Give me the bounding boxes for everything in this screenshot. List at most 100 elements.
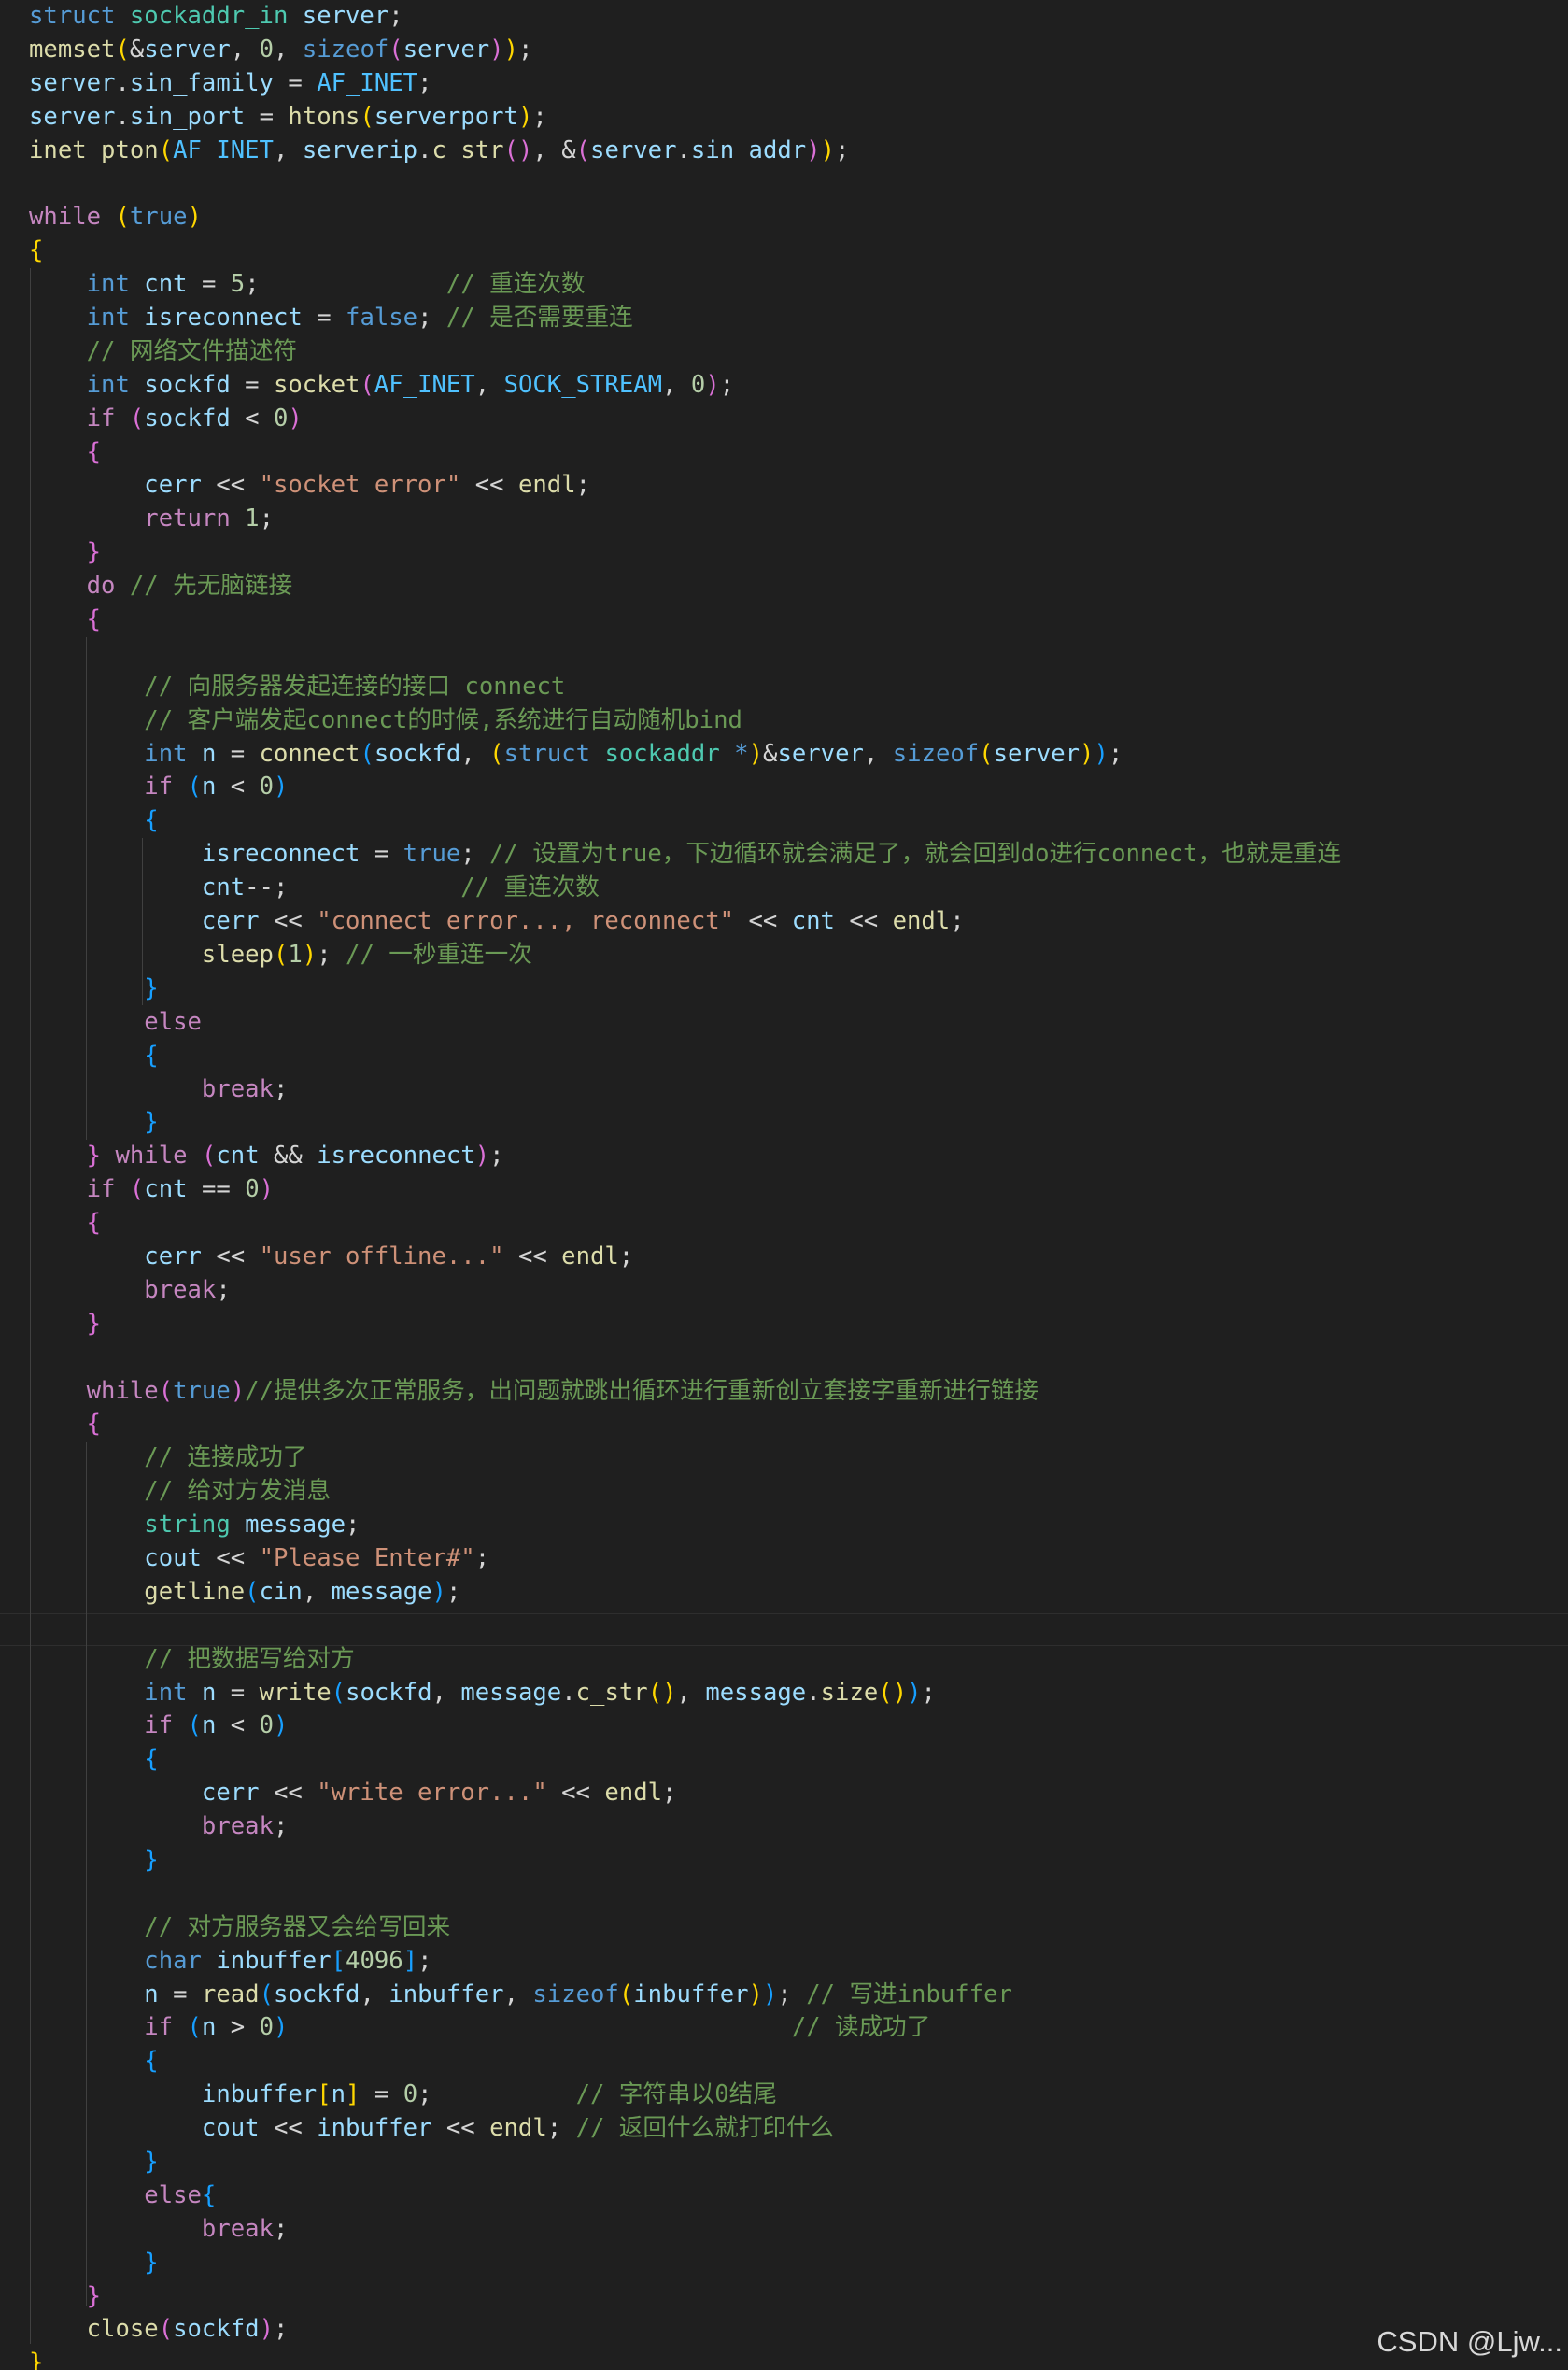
code-token: ,	[431, 1678, 461, 1707]
code-token: =	[158, 1980, 202, 2008]
code-token: SOCK_STREAM	[503, 370, 663, 399]
code-token: <<	[834, 907, 893, 936]
code-token: int	[86, 270, 130, 299]
code-token: (	[273, 940, 289, 969]
code-token: }	[144, 2248, 159, 2277]
code-token: else	[144, 2180, 202, 2209]
code-token: inbuffer	[317, 2114, 432, 2143]
code-token: )	[474, 1142, 490, 1171]
code-token: AF_INET	[173, 135, 274, 164]
code-token: (	[245, 1577, 260, 1606]
code-token: 5	[230, 270, 246, 299]
code-token: connect	[259, 739, 360, 768]
code-token: sockfd	[144, 404, 231, 433]
code-line: getline(cin, message);	[29, 1576, 1341, 1610]
code-line: int sockfd = socket(AF_INET, SOCK_STREAM…	[29, 369, 1341, 403]
code-token: cnt	[144, 1175, 188, 1204]
code-token: =	[216, 739, 260, 768]
code-token: cnt	[791, 907, 835, 936]
code-token: struct	[503, 739, 591, 768]
code-token: ;	[417, 304, 446, 333]
code-token: <<	[201, 1543, 260, 1572]
code-token: <<	[460, 471, 518, 500]
code-line: do // 先无脑链接	[29, 570, 1341, 603]
code-token: (	[489, 739, 504, 768]
code-token: ;	[777, 1980, 807, 2008]
code-token: <	[216, 773, 260, 802]
code-token: ,	[460, 739, 490, 768]
code-token: (	[115, 35, 130, 64]
code-token: 0	[259, 35, 274, 64]
code-line: int cnt = 5; // 重连次数	[29, 268, 1341, 302]
code-token: }	[86, 538, 102, 567]
code-editor[interactable]: struct sockaddr_in server; memset(&server…	[0, 0, 1568, 2370]
code-token: <	[230, 404, 274, 433]
code-token: =	[230, 370, 274, 399]
code-token: 0	[690, 370, 706, 399]
code-token: cerr	[201, 907, 260, 936]
code-token: (	[575, 135, 591, 164]
code-token: .	[806, 1678, 821, 1707]
code-token: &	[763, 739, 778, 768]
code-token: (	[360, 102, 374, 131]
code-line: while (true)	[29, 201, 1341, 234]
code-token: 0	[403, 2080, 418, 2109]
code-token: server	[590, 135, 677, 164]
code-token: ;	[662, 1779, 677, 1808]
code-line: } while (cnt && isreconnect);	[29, 1140, 1341, 1173]
code-token: ;	[417, 1946, 432, 1975]
code-token: ;	[835, 135, 850, 164]
code-token: // 是否需要重连	[445, 304, 633, 333]
code-token: 4096	[346, 1946, 403, 1975]
code-line: }	[29, 2247, 1341, 2280]
code-token: sockfd	[374, 739, 461, 768]
code-line: else{	[29, 2179, 1341, 2213]
code-token: }	[86, 1142, 102, 1171]
code-token: ;	[417, 2080, 576, 2109]
code-token: AF_INET	[374, 370, 475, 399]
code-token: 0	[259, 2013, 275, 2042]
code-token: =	[216, 1678, 260, 1707]
code-token: // 读成功了	[791, 2013, 931, 2042]
code-token: //提供多次正常服务，出问题就跳出循环进行重新创立套接字重新进行链接	[245, 1376, 1038, 1405]
code-token: 0	[245, 1175, 260, 1204]
code-token: ,	[302, 1577, 332, 1606]
code-token: isreconnect	[144, 304, 303, 333]
code-line: {	[29, 1207, 1341, 1241]
code-token: <<	[201, 471, 260, 500]
code-line: string message;	[29, 1509, 1341, 1542]
code-token: ;	[346, 1511, 360, 1540]
code-token: ;	[245, 270, 446, 299]
code-token: // 网络文件描述符	[86, 336, 298, 365]
code-text[interactable]: struct sockaddr_in server; memset(&server…	[29, 0, 1341, 2370]
code-line: }	[29, 1106, 1341, 1140]
code-line: cout << "Please Enter#";	[29, 1542, 1341, 1576]
code-token: break	[201, 1812, 274, 1841]
code-line: inet_pton(AF_INET, serverip.c_str(), &(s…	[29, 135, 1341, 168]
code-token: int	[86, 370, 130, 399]
code-token: n	[201, 1711, 217, 1740]
code-token: )	[274, 773, 289, 802]
code-line: break;	[29, 1274, 1341, 1308]
code-token: message	[245, 1511, 346, 1540]
code-token: ;	[388, 2, 403, 30]
code-token: ;	[273, 2315, 289, 2344]
